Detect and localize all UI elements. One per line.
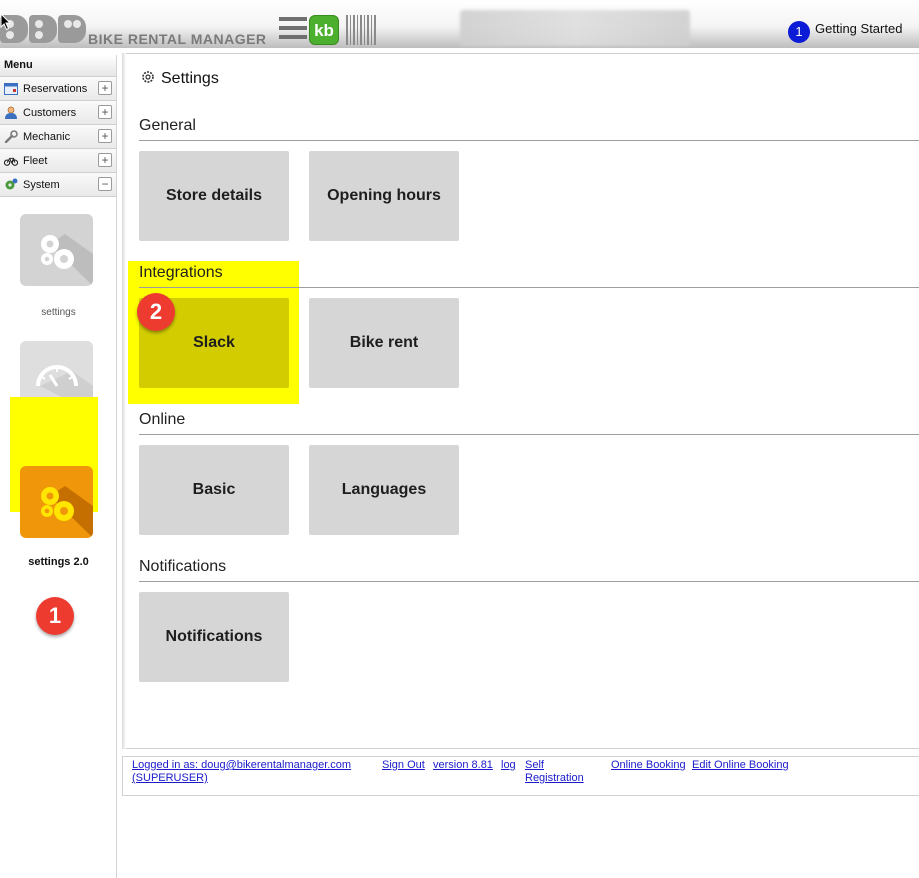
customer-icon (5, 106, 17, 119)
sidebar-item-fleet[interactable]: Fleet + (0, 149, 116, 173)
section-divider (139, 581, 919, 582)
section-title-notifications: Notifications (139, 558, 227, 575)
sidebar-item-label: System (23, 179, 60, 191)
barcode-icon[interactable] (346, 15, 376, 45)
mouse-cursor-icon (0, 13, 12, 31)
edit-online-booking-link[interactable]: Edit Online Booking (692, 759, 789, 772)
sidebar-item-customers[interactable]: Customers + (0, 101, 116, 125)
bike-rent-button[interactable]: Bike rent (309, 298, 459, 388)
store-name-redacted (460, 10, 690, 46)
sidebar-item-label: Reservations (23, 83, 88, 95)
sidebar-item-label: Fleet (23, 155, 48, 167)
gear-icon (142, 71, 154, 83)
wrench-icon (4, 130, 18, 143)
expand-icon[interactable]: + (98, 81, 112, 95)
getting-started-link[interactable]: Getting Started (815, 21, 902, 36)
brm-logo-letters (0, 12, 88, 44)
logged-in-email: Logged in as: doug@bikerentalmanager.com (132, 759, 352, 771)
self-registration-line1: Self (525, 759, 544, 771)
version-link[interactable]: version 8.81 (433, 759, 493, 772)
getting-started-count-badge[interactable]: 1 (788, 21, 810, 43)
self-registration-link[interactable]: Self Registration (525, 759, 584, 785)
collapse-icon[interactable]: − (98, 177, 112, 191)
store-details-button[interactable]: Store details (139, 151, 289, 241)
calendar-icon (4, 83, 18, 95)
expand-icon[interactable]: + (98, 105, 112, 119)
languages-button[interactable]: Languages (309, 445, 459, 535)
main-panel-edge (122, 53, 126, 749)
sidebar-item-mechanic[interactable]: Mechanic + (0, 125, 116, 149)
section-divider (139, 434, 919, 435)
section-divider (139, 287, 919, 288)
sidebar-item-label: Customers (23, 107, 77, 119)
self-registration-line2: Registration (525, 772, 584, 784)
sign-out-link[interactable]: Sign Out (382, 759, 425, 772)
top-bar: BIKE RENTAL MANAGER kb 1 Getting Started (0, 0, 919, 48)
logged-in-role: (SUPERUSER) (132, 772, 208, 784)
sidebar-item-reservations[interactable]: Reservations + (0, 77, 116, 101)
notifications-button[interactable]: Notifications (139, 592, 289, 682)
menu-title: Menu (0, 55, 116, 77)
settings2-app-tile[interactable] (20, 466, 93, 538)
opening-hours-button[interactable]: Opening hours (309, 151, 459, 241)
sidebar-item-label: Mechanic (23, 131, 71, 143)
logged-in-user-link[interactable]: Logged in as: doug@bikerentalmanager.com… (132, 759, 351, 785)
sidebar-item-system[interactable]: System − (0, 173, 116, 197)
gears-icon (41, 486, 93, 538)
gear-icon (5, 178, 18, 190)
page-title-text: Settings (161, 70, 219, 87)
annotation-badge-2: 2 (137, 293, 175, 331)
section-title-general: General (139, 117, 196, 134)
online-booking-link[interactable]: Online Booking (611, 759, 686, 772)
section-title-integrations: Integrations (139, 264, 223, 281)
basic-button[interactable]: Basic (139, 445, 289, 535)
logo-text: BIKE RENTAL MANAGER (88, 31, 267, 47)
log-link[interactable]: log (501, 759, 516, 772)
gears-icon (41, 234, 93, 286)
hamburger-menu-icon[interactable] (279, 17, 307, 41)
settings-app-tile[interactable] (20, 214, 93, 286)
kb-icon[interactable]: kb (309, 15, 339, 45)
expand-icon[interactable]: + (98, 153, 112, 167)
page-title: Settings (141, 70, 219, 88)
settings2-app-label: settings 2.0 (28, 556, 89, 568)
annotation-badge-1: 1 (36, 597, 74, 635)
expand-icon[interactable]: + (98, 129, 112, 143)
section-divider (139, 140, 919, 141)
bicycle-icon (4, 157, 18, 166)
section-title-online: Online (139, 411, 186, 428)
settings-app-label: settings (41, 307, 76, 318)
